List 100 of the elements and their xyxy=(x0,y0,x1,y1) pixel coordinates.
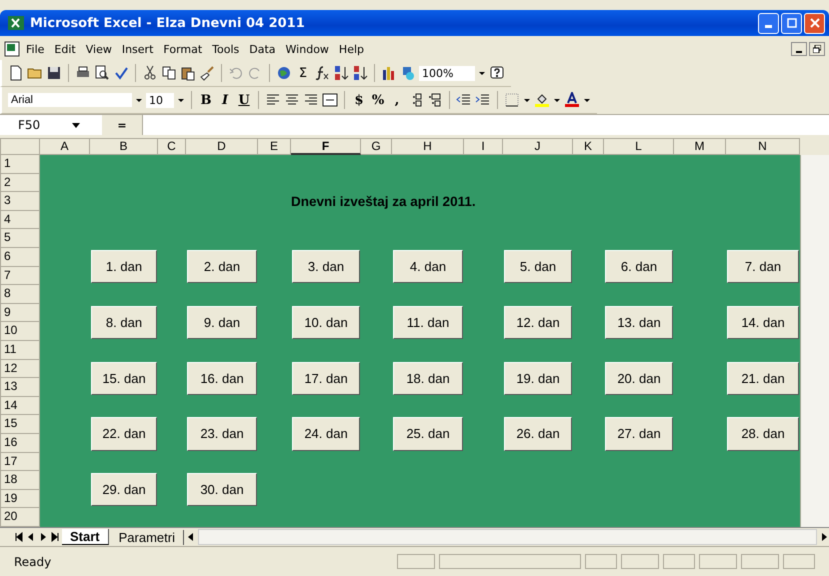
day-button[interactable]: 15. dan xyxy=(91,362,157,395)
row-header[interactable]: 13 xyxy=(0,378,40,397)
merge-icon[interactable] xyxy=(322,92,338,108)
day-button[interactable]: 25. dan xyxy=(393,417,463,450)
day-button[interactable]: 18. dan xyxy=(393,362,463,395)
day-button[interactable]: 21. dan xyxy=(727,362,799,395)
row-header[interactable]: 5 xyxy=(0,229,40,248)
day-button[interactable]: 22. dan xyxy=(91,417,157,450)
magnifier-icon[interactable] xyxy=(94,65,110,81)
clipboard-icon[interactable] xyxy=(180,65,196,81)
day-button[interactable]: 9. dan xyxy=(187,306,257,339)
row-header[interactable]: 9 xyxy=(0,304,40,322)
row-header[interactable]: 16 xyxy=(0,434,40,452)
sort-descending-icon[interactable] xyxy=(352,65,368,81)
day-button[interactable]: 17. dan xyxy=(292,362,360,395)
day-button[interactable]: 28. dan xyxy=(727,417,799,450)
row-header[interactable]: 18 xyxy=(0,471,40,490)
column-header[interactable]: C xyxy=(158,138,186,155)
drawing-icon[interactable] xyxy=(400,65,416,81)
day-button[interactable]: 2. dan xyxy=(187,250,257,284)
previous-sheet-icon[interactable] xyxy=(26,532,36,542)
row-header[interactable]: 19 xyxy=(0,490,40,508)
column-header[interactable]: A xyxy=(40,138,90,155)
day-button[interactable]: 10. dan xyxy=(292,306,360,339)
bold-button[interactable]: B xyxy=(198,92,214,108)
day-button[interactable]: 4. dan xyxy=(393,250,463,284)
column-header[interactable]: L xyxy=(604,138,674,155)
day-button[interactable]: 16. dan xyxy=(187,362,257,395)
column-header[interactable]: G xyxy=(361,138,392,155)
scroll-right-icon[interactable] xyxy=(819,532,829,542)
menu-item[interactable]: File xyxy=(22,42,48,56)
column-header[interactable]: N xyxy=(726,138,800,155)
day-button[interactable]: 3. dan xyxy=(292,250,360,284)
row-header[interactable]: 1 xyxy=(0,155,40,174)
scroll-bar[interactable] xyxy=(198,529,817,545)
day-button[interactable]: 24. dan xyxy=(292,417,360,450)
day-button[interactable]: 5. dan xyxy=(504,250,572,284)
row-header[interactable]: 7 xyxy=(0,266,40,286)
column-header[interactable]: K xyxy=(573,138,604,155)
column-header[interactable]: F xyxy=(291,138,361,155)
day-button[interactable]: 23. dan xyxy=(187,417,257,450)
dropdown-arrow-icon[interactable] xyxy=(177,96,185,104)
row-header[interactable]: 11 xyxy=(0,340,40,360)
row-header[interactable]: 20 xyxy=(0,508,40,527)
save-icon[interactable] xyxy=(46,65,62,81)
dropdown-arrow-icon[interactable] xyxy=(135,96,143,104)
dropdown-arrow-icon[interactable] xyxy=(478,69,486,77)
minimize-button[interactable] xyxy=(791,42,807,56)
day-button[interactable]: 26. dan xyxy=(504,417,572,450)
row-header[interactable]: 14 xyxy=(0,396,40,416)
menu-item[interactable]: Window xyxy=(282,42,333,56)
column-header[interactable]: E xyxy=(258,138,291,155)
row-header[interactable]: 15 xyxy=(0,415,40,434)
dropdown-arrow-icon[interactable] xyxy=(553,96,561,104)
dropdown-arrow-icon[interactable] xyxy=(523,96,531,104)
percent-button[interactable]: % xyxy=(370,92,386,108)
day-button[interactable]: 29. dan xyxy=(91,473,157,506)
day-button[interactable]: 11. dan xyxy=(393,306,463,339)
sort-ascending-icon[interactable] xyxy=(333,65,349,81)
menu-item[interactable]: View xyxy=(82,42,116,56)
menu-item[interactable]: Format xyxy=(159,42,206,56)
font-size-field[interactable]: 10 xyxy=(146,92,174,108)
underline-button[interactable]: U xyxy=(236,92,252,108)
italic-button[interactable]: I xyxy=(217,92,233,108)
maximize-button[interactable] xyxy=(781,12,802,34)
currency-button[interactable]: $ xyxy=(351,92,367,108)
column-header[interactable]: B xyxy=(90,138,158,155)
dropdown-arrow-icon[interactable] xyxy=(583,96,591,104)
globe-icon[interactable] xyxy=(276,65,292,81)
day-button[interactable]: 30. dan xyxy=(187,473,257,506)
day-button[interactable]: 1. dan xyxy=(91,250,157,284)
borders-icon[interactable] xyxy=(504,92,520,108)
day-button[interactable]: 19. dan xyxy=(504,362,572,395)
font-name-field[interactable]: Arial xyxy=(8,93,132,107)
new-document-icon[interactable] xyxy=(8,65,24,81)
menu-item[interactable]: Tools xyxy=(208,42,244,56)
day-button[interactable]: 6. dan xyxy=(605,250,673,284)
close-button[interactable] xyxy=(804,12,825,34)
restore-button[interactable] xyxy=(809,42,825,56)
day-button[interactable]: 27. dan xyxy=(605,417,673,450)
sheet-tab[interactable]: Start xyxy=(62,529,109,545)
autosum-button[interactable]: Σ xyxy=(295,66,311,80)
menu-item[interactable]: Data xyxy=(245,42,280,56)
day-button[interactable]: 14. dan xyxy=(727,306,799,339)
day-button[interactable]: 7. dan xyxy=(727,250,799,284)
scroll-bar[interactable] xyxy=(800,155,829,527)
column-header[interactable]: M xyxy=(674,138,726,155)
next-sheet-icon[interactable] xyxy=(38,532,48,542)
copy-icon[interactable] xyxy=(161,65,177,81)
function-icon[interactable] xyxy=(314,65,330,81)
font-color-icon[interactable] xyxy=(564,92,580,108)
day-button[interactable]: 20. dan xyxy=(605,362,673,395)
help-icon[interactable] xyxy=(489,65,505,81)
row-header[interactable]: 2 xyxy=(0,174,40,192)
menu-item[interactable]: Insert xyxy=(118,42,158,56)
spelling-icon[interactable] xyxy=(113,65,129,81)
column-header[interactable]: J xyxy=(503,138,573,155)
menu-item[interactable]: Edit xyxy=(50,42,80,56)
row-header[interactable]: 6 xyxy=(0,248,40,267)
brush-icon[interactable] xyxy=(199,65,215,81)
